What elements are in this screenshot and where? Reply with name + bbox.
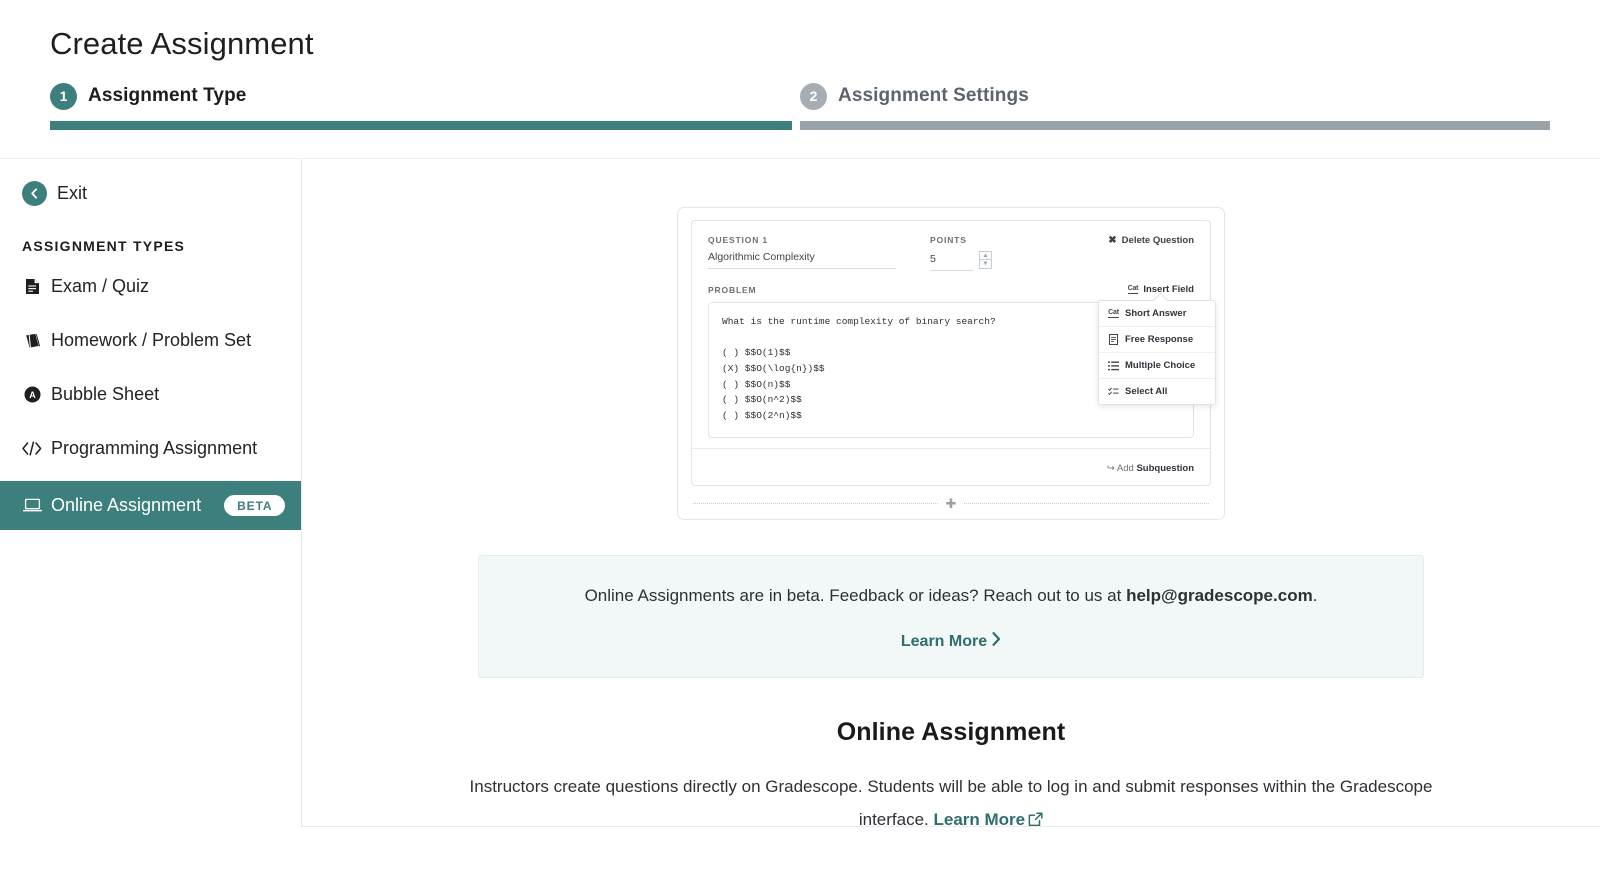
text-field-icon: Cat — [1108, 309, 1119, 318]
step-progress-bar-1 — [50, 121, 792, 130]
beta-notice-text-before: Online Assignments are in beta. Feedback… — [584, 585, 1127, 605]
wizard-steps: 1 Assignment Type 2 Assignment Settings — [0, 80, 1600, 130]
preview-question-label: QUESTION 1 — [708, 235, 768, 245]
page-title: Create Assignment — [50, 26, 314, 61]
preview-delete-question-button: ✖ Delete Question — [1108, 235, 1194, 246]
wizard-step-assignment-type[interactable]: 1 Assignment Type — [50, 80, 800, 130]
insert-menu-item-short-answer: Cat Short Answer — [1099, 301, 1215, 326]
dotted-line-left — [693, 502, 938, 504]
sidebar-item-label: Bubble Sheet — [51, 384, 160, 404]
return-arrow-icon: ↪ — [1106, 462, 1115, 474]
beta-notice-text-after: . — [1312, 585, 1318, 605]
x-icon: ✖ — [1108, 235, 1117, 246]
plus-icon: ✚ — [945, 495, 957, 511]
text-field-icon: Cat — [1127, 285, 1139, 294]
stepper-up-icon: ▲ — [979, 251, 992, 260]
insert-menu-item-label: Multiple Choice — [1125, 360, 1196, 371]
beta-notice-banner: Online Assignments are in beta. Feedback… — [478, 554, 1424, 679]
book-icon — [22, 333, 42, 349]
assignment-types-heading: ASSIGNMENT TYPES — [22, 238, 186, 254]
sidebar-item-homework-problem-set[interactable]: Homework / Problem Set — [0, 319, 301, 362]
main-panel: QUESTION 1 Algorithmic Complexity POINTS… — [302, 159, 1600, 827]
chevron-left-icon — [22, 181, 47, 206]
external-link-icon — [1028, 811, 1043, 828]
assignment-preview-image: QUESTION 1 Algorithmic Complexity POINTS… — [677, 207, 1225, 520]
sidebar-item-label: Programming Assignment — [51, 438, 258, 458]
assignment-type-description: Instructors create questions directly on… — [446, 771, 1456, 827]
sidebar-item-bubble-sheet[interactable]: A Bubble Sheet — [0, 373, 301, 416]
assignment-type-title: Online Assignment — [836, 718, 1066, 747]
preview-insert-field-label: Insert Field — [1143, 284, 1194, 295]
insert-menu-item-select-all: Select All — [1099, 378, 1215, 404]
checklist-icon — [1108, 386, 1119, 397]
sidebar: Exit ASSIGNMENT TYPES Exam / Quiz Homewo… — [0, 159, 302, 827]
description-learn-more-link[interactable]: Learn More — [933, 809, 1044, 828]
points-stepper: ▲ ▼ — [979, 251, 992, 269]
preview-question-header: QUESTION 1 Algorithmic Complexity POINTS… — [708, 235, 1194, 272]
dotted-line-right — [964, 502, 1209, 504]
preview-insert-field-menu: Cat Short Answer Free Response Multiple … — [1098, 300, 1216, 405]
sidebar-item-label: Homework / Problem Set — [51, 330, 252, 350]
preview-add-subquestion-prefix: Add — [1116, 462, 1137, 474]
step-number-badge-1: 1 — [50, 82, 77, 110]
preview-add-subquestion-bold: Subquestion — [1136, 462, 1194, 474]
beta-notice-text: Online Assignments are in beta. Feedback… — [499, 583, 1403, 609]
document-icon — [22, 278, 42, 295]
wizard-step-head: 1 Assignment Type — [50, 80, 800, 112]
beta-notice-email: help@gradescope.com — [1126, 585, 1313, 605]
preview-points-field: POINTS 5 ▲ ▼ — [930, 235, 992, 272]
svg-text:A: A — [29, 390, 36, 400]
content-area: Exit ASSIGNMENT TYPES Exam / Quiz Homewo… — [0, 158, 1600, 827]
wizard-step-assignment-settings[interactable]: 2 Assignment Settings — [800, 80, 1550, 130]
insert-menu-item-label: Free Response — [1125, 334, 1194, 345]
chevron-right-icon — [992, 632, 1001, 651]
exit-button[interactable]: Exit — [0, 175, 301, 212]
exit-label: Exit — [57, 183, 88, 203]
preview-problem-row: PROBLEM Cat Insert Field — [708, 284, 1194, 295]
insert-menu-item-label: Short Answer — [1125, 308, 1187, 319]
preview-points-value: 5 — [930, 253, 973, 271]
description-line-1: Instructors create questions directly on… — [469, 777, 1336, 797]
step-label-2: Assignment Settings — [838, 85, 1029, 106]
preview-delete-question-label: Delete Question — [1121, 235, 1194, 246]
insert-menu-item-label: Select All — [1125, 386, 1168, 397]
sidebar-item-exam-quiz[interactable]: Exam / Quiz — [0, 265, 301, 308]
preview-points-label: POINTS — [930, 235, 967, 245]
bubble-a-icon: A — [22, 386, 42, 403]
beta-notice-learn-more-link[interactable]: Learn More — [901, 632, 1001, 651]
beta-badge: BETA — [224, 495, 286, 516]
preview-question-title-value: Algorithmic Complexity — [708, 251, 896, 269]
bottom-divider — [302, 826, 1600, 827]
sidebar-item-label: Exam / Quiz — [51, 276, 150, 296]
step-number-badge-2: 2 — [800, 82, 827, 110]
insert-menu-item-free-response: Free Response — [1099, 326, 1215, 352]
preview-problem-label: PROBLEM — [708, 285, 757, 295]
preview-question-title-field: QUESTION 1 Algorithmic Complexity — [708, 235, 896, 269]
step-progress-bar-2 — [800, 121, 1550, 130]
document-icon — [1108, 334, 1119, 345]
preview-add-subquestion-row: ↪ Add Subquestion — [692, 447, 1210, 485]
code-brackets-icon — [22, 441, 42, 456]
wizard-step-head: 2 Assignment Settings — [800, 80, 1550, 112]
preview-add-subquestion-button: ↪ Add Subquestion — [1107, 463, 1194, 474]
sidebar-item-programming-assignment[interactable]: Programming Assignment — [0, 427, 301, 470]
insert-menu-item-multiple-choice: Multiple Choice — [1099, 352, 1215, 378]
preview-add-question-divider: ✚ — [691, 497, 1211, 510]
beta-notice-learn-more-label: Learn More — [900, 632, 988, 650]
list-icon — [1108, 361, 1119, 371]
stepper-down-icon: ▼ — [979, 260, 992, 269]
sidebar-item-online-assignment[interactable]: Online Assignment BETA — [0, 481, 301, 530]
sidebar-item-label: Online Assignment — [51, 495, 202, 515]
description-learn-more-label: Learn More — [933, 809, 1026, 828]
step-label-1: Assignment Type — [88, 85, 247, 106]
laptop-icon — [22, 498, 42, 513]
